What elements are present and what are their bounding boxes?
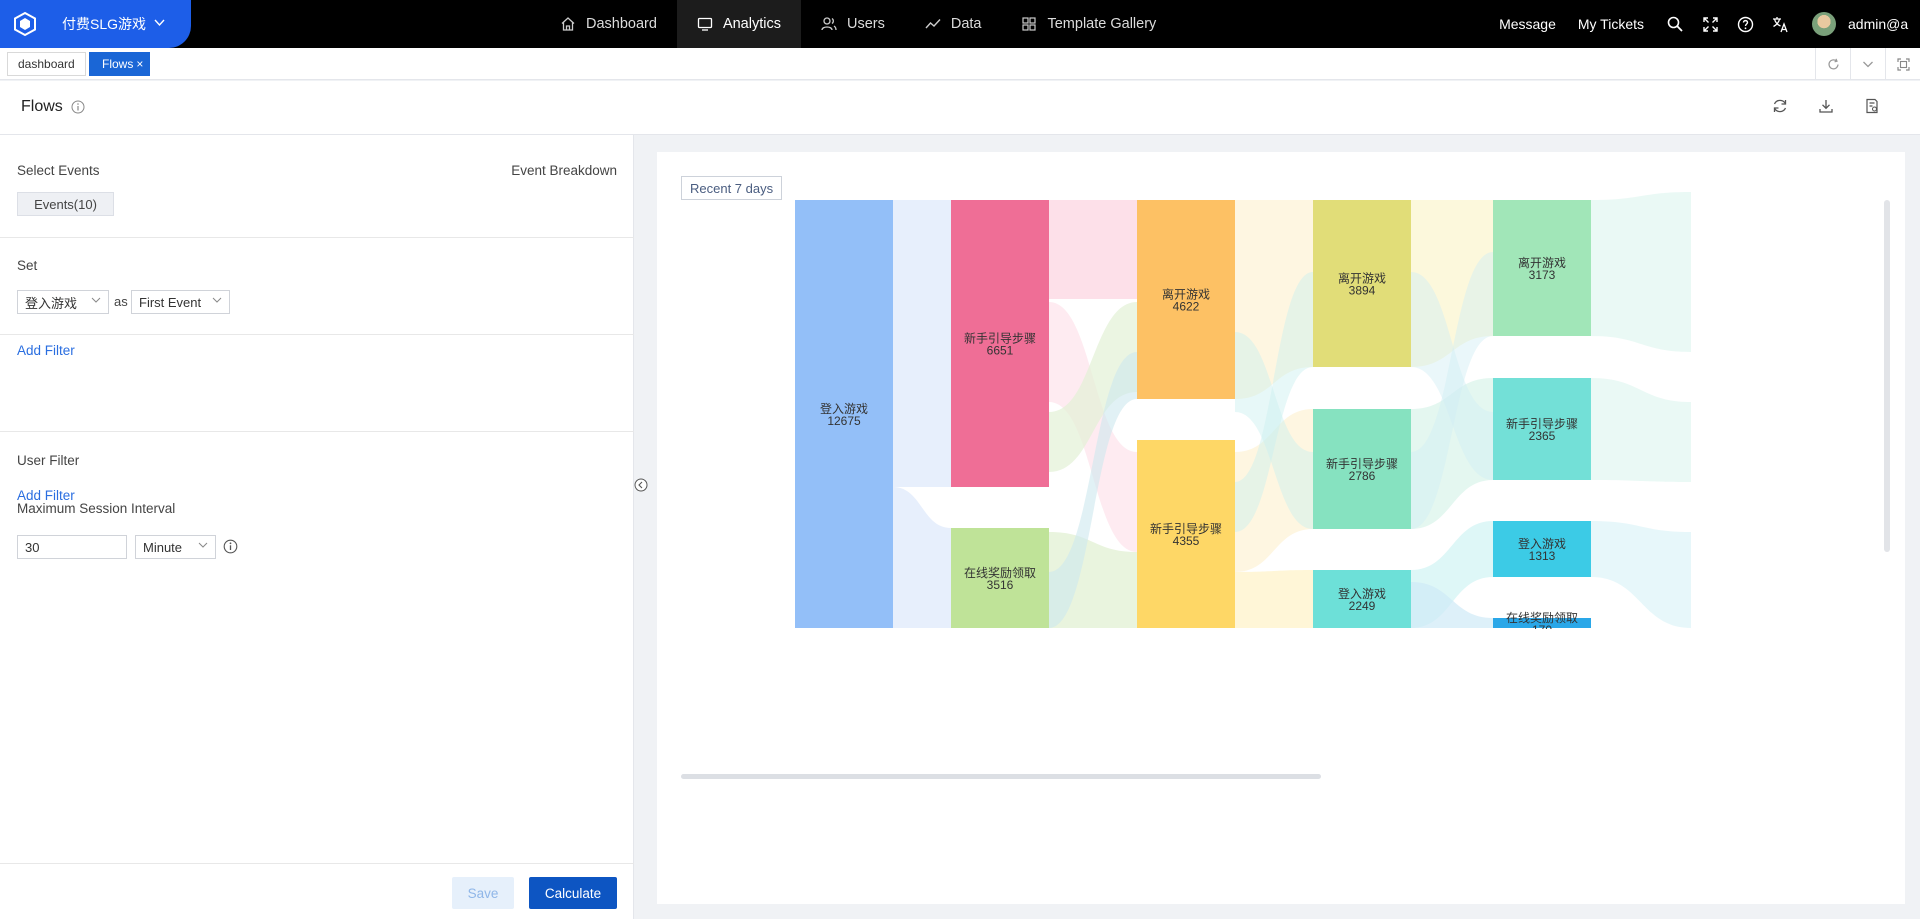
user-filter-section: User Filter Add Filter xyxy=(0,335,634,503)
footer-divider xyxy=(0,863,634,864)
collapse-panel-icon[interactable] xyxy=(634,478,648,492)
fullscreen-icon[interactable] xyxy=(1701,15,1719,33)
nav-data[interactable]: Data xyxy=(905,0,1002,48)
tab-flows[interactable]: Flows × xyxy=(89,52,151,76)
nav-dashboard-label: Dashboard xyxy=(586,16,657,32)
chevron-down-icon[interactable] xyxy=(1850,48,1885,80)
flow-link xyxy=(1049,200,1137,299)
event-breakdown-link[interactable]: Event Breakdown xyxy=(511,163,617,178)
grid-icon xyxy=(1021,16,1037,32)
sankey-node-value: 6651 xyxy=(987,344,1014,358)
sankey-node-value: 4622 xyxy=(1173,300,1200,314)
session-interval-value: 30 xyxy=(25,539,40,555)
flow-link xyxy=(1591,378,1691,482)
first-event-value: First Event xyxy=(139,294,202,310)
project-switcher[interactable]: 付费SLG游戏 xyxy=(0,0,191,48)
session-interval-input[interactable]: 30 xyxy=(17,535,127,559)
tab-dashboard-label: dashboard xyxy=(18,57,75,71)
avatar[interactable] xyxy=(1812,12,1836,36)
my-tickets-link[interactable]: My Tickets xyxy=(1578,16,1644,32)
main-nav: Dashboard Analytics Users Data Template … xyxy=(540,0,1176,48)
help-icon[interactable] xyxy=(1736,15,1754,33)
nav-template-gallery[interactable]: Template Gallery xyxy=(1001,0,1176,48)
maximize-icon[interactable] xyxy=(1885,48,1920,80)
page-header-tools xyxy=(1744,98,1882,116)
flow-link xyxy=(1591,192,1691,352)
save-button[interactable]: Save xyxy=(452,877,514,909)
sankey-node-value: 12675 xyxy=(827,414,861,428)
nav-template-gallery-label: Template Gallery xyxy=(1047,16,1157,32)
select-events-label: Select Events xyxy=(17,163,100,178)
select-events-section: Select Events Event Breakdown Events(10) xyxy=(0,135,634,238)
vertical-scrollbar[interactable] xyxy=(1884,200,1890,552)
set-section: Set 登入游戏 as First Event Add Filter xyxy=(0,238,634,358)
topbar-tools: Message My Tickets admin@a xyxy=(1499,0,1920,48)
app-logo-icon xyxy=(14,11,36,37)
users-icon xyxy=(821,16,837,32)
nav-data-label: Data xyxy=(950,16,982,32)
sankey-node-value: 2365 xyxy=(1529,429,1556,443)
message-link[interactable]: Message xyxy=(1499,16,1556,32)
download-icon[interactable] xyxy=(1818,98,1836,116)
nav-analytics[interactable]: Analytics xyxy=(676,0,801,48)
nav-analytics-label: Analytics xyxy=(722,16,781,32)
home-icon xyxy=(560,16,576,32)
nav-users[interactable]: Users xyxy=(801,0,905,48)
set-event-value: 登入游戏 xyxy=(25,295,78,311)
page-header: Flows xyxy=(0,81,1920,135)
as-label: as xyxy=(114,294,128,309)
flow-link xyxy=(893,487,951,628)
flow-link xyxy=(893,200,951,487)
chevron-down-icon xyxy=(91,297,101,303)
search-icon[interactable] xyxy=(1666,15,1684,33)
info-icon[interactable] xyxy=(71,100,85,114)
events-selector[interactable]: Events(10) xyxy=(17,192,114,216)
page-title: Flows xyxy=(21,98,85,116)
sankey-chart: 登入游戏12675新手引导步骤6651在线奖励领取3516离开游戏4622新手引… xyxy=(681,192,1879,772)
flow-chart-panel: Recent 7 days 登入游戏 12675 新手引导步骤 6651 在线奖励领取 3… xyxy=(657,152,1905,904)
horizontal-scrollbar[interactable] xyxy=(681,774,1321,779)
sankey-node-value: 2786 xyxy=(1349,469,1376,483)
close-icon[interactable]: × xyxy=(136,57,143,71)
first-event-select[interactable]: First Event xyxy=(131,290,230,314)
set-label: Set xyxy=(17,258,38,273)
translate-icon[interactable] xyxy=(1771,15,1789,33)
sankey-node-value: 3173 xyxy=(1529,268,1556,282)
save-report-icon[interactable] xyxy=(1864,98,1882,116)
page-title-text: Flows xyxy=(21,98,63,115)
chevron-down-icon xyxy=(198,542,208,548)
chart-viewport-mask xyxy=(681,629,1879,772)
calculate-button[interactable]: Calculate xyxy=(529,877,617,909)
interval-unit-select[interactable]: Minute xyxy=(135,535,216,559)
nav-users-label: Users xyxy=(846,16,885,32)
flow-link xyxy=(1591,521,1691,628)
sankey-node-value: 3516 xyxy=(987,578,1014,592)
user-filter-label: User Filter xyxy=(17,453,80,468)
sankey-node-value: 4355 xyxy=(1173,534,1200,548)
info-icon[interactable] xyxy=(223,539,238,554)
sankey-node-value: 3894 xyxy=(1349,284,1376,298)
nav-dashboard[interactable]: Dashboard xyxy=(540,0,677,48)
monitor-icon xyxy=(697,16,713,32)
sankey-node-value: 2249 xyxy=(1349,599,1376,613)
refresh-tab-icon[interactable] xyxy=(1815,48,1850,80)
top-nav-bar: 付费SLG游戏 Dashboard Analytics Users Data T… xyxy=(0,0,1920,48)
sankey-node-value: 1313 xyxy=(1529,549,1556,563)
project-name: 付费SLG游戏 xyxy=(62,16,147,32)
flow-link xyxy=(1235,570,1313,628)
trend-icon xyxy=(925,16,941,32)
tab-flows-label: Flows xyxy=(102,57,134,71)
set-event-select[interactable]: 登入游戏 xyxy=(17,290,109,314)
refresh-icon[interactable] xyxy=(1772,98,1790,116)
query-config-panel: Select Events Event Breakdown Events(10)… xyxy=(0,135,634,919)
chevron-down-icon xyxy=(212,297,222,303)
max-session-interval-label: Maximum Session Interval xyxy=(17,501,176,516)
tab-dashboard[interactable]: dashboard xyxy=(7,52,86,76)
username[interactable]: admin@a xyxy=(1848,16,1920,32)
chevron-down-icon xyxy=(154,17,165,31)
tab-strip: dashboard Flows × xyxy=(0,48,1920,80)
interval-unit-value: Minute xyxy=(143,539,183,555)
tab-strip-tools xyxy=(1815,48,1920,80)
